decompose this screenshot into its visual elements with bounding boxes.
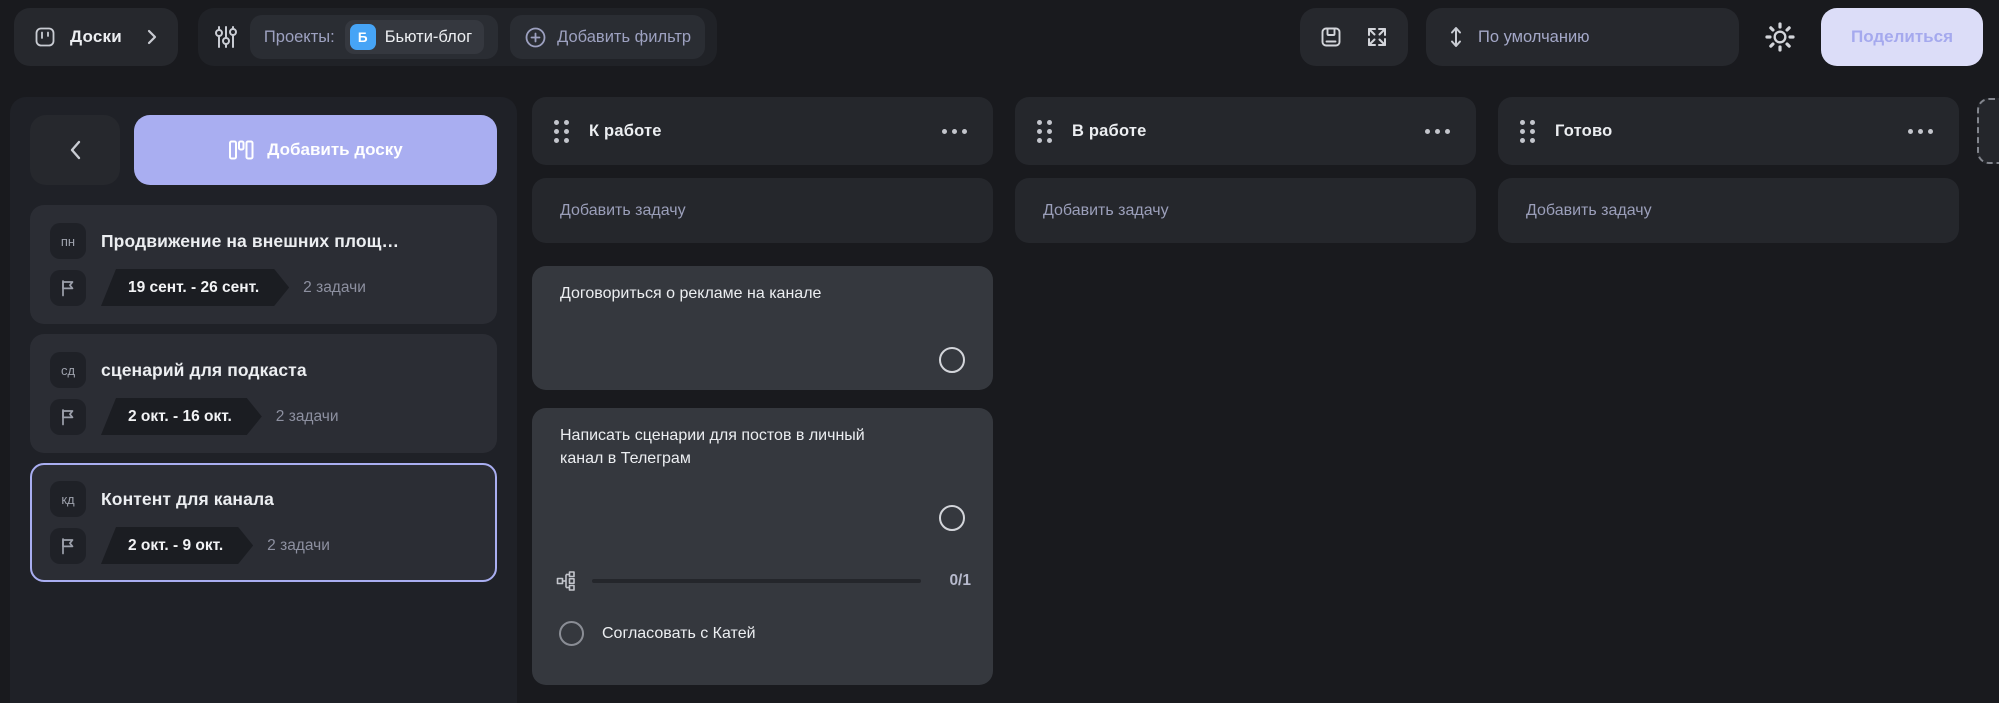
project-avatar-badge: Б: [349, 24, 376, 50]
filter-sliders-icon[interactable]: [214, 24, 238, 50]
add-task-button[interactable]: Добавить задачу: [532, 178, 993, 243]
projects-filter-label: Проекты:: [263, 27, 335, 46]
subtasks-icon: [556, 570, 592, 592]
kanban-column: Готово Добавить задачу: [1498, 97, 1959, 685]
boards-label: Доски: [70, 27, 122, 46]
sort-vertical-icon: [1448, 24, 1464, 50]
toolbar-right-group: По умолчанию Поделиться: [1299, 8, 1985, 66]
expand-fullscreen-icon[interactable]: [1365, 25, 1389, 49]
sprint-dates-chip: 2 окт. - 16 окт.: [94, 398, 262, 435]
project-filter-chip[interactable]: Проекты: Б Бьюти-блог: [249, 15, 499, 59]
kanban-column: В работе Добавить задачу: [1015, 97, 1476, 685]
board-item-title-row: кд Контент для канала: [50, 481, 477, 517]
board-initials-badge: сд: [50, 352, 86, 388]
board-initials-badge: пн: [50, 223, 86, 259]
add-task-button[interactable]: Добавить задачу: [1015, 178, 1476, 243]
gear-icon: [1764, 21, 1796, 53]
drag-handle-icon[interactable]: [1037, 119, 1052, 143]
save-icon[interactable]: [1319, 25, 1343, 49]
column-title: В работе: [1072, 121, 1147, 140]
task-title: Написать сценарии для постов в личный ка…: [560, 427, 865, 467]
add-task-label: Добавить задачу: [1526, 201, 1652, 219]
board-title: Контент для канала: [101, 488, 274, 509]
board-item-meta-row: 19 сент. - 26 сент. 2 задачи: [50, 269, 477, 306]
board-item-title-row: сд сценарий для подкаста: [50, 352, 477, 388]
column-title: К работе: [589, 121, 662, 140]
view-actions-box: [1299, 8, 1408, 66]
board-title: Продвижение на внешних площ…: [101, 230, 400, 251]
top-toolbar: Доски Проекты: Б Бьюти-блог Добавить фил…: [0, 0, 1999, 74]
task-card[interactable]: Договориться о рекламе на канале: [532, 266, 993, 390]
more-options-icon[interactable]: [1908, 123, 1933, 140]
add-board-label: Добавить доску: [267, 140, 403, 159]
drag-handle-icon[interactable]: [1520, 119, 1535, 143]
collapse-sidebar-button[interactable]: [30, 115, 120, 185]
flag-icon: [50, 398, 86, 435]
more-options-icon[interactable]: [1425, 123, 1450, 140]
settings-button[interactable]: [1757, 21, 1803, 53]
add-task-label: Добавить задачу: [1043, 201, 1169, 219]
sidebar-board-item[interactable]: сд сценарий для подкаста 2 окт. - 16 окт…: [30, 334, 497, 453]
add-filter-label: Добавить фильтр: [557, 27, 692, 46]
task-title: Договориться о рекламе на канале: [560, 285, 822, 302]
flag-icon: [50, 269, 86, 306]
drag-handle-icon[interactable]: [554, 119, 569, 143]
boards-sidebar: Добавить доску пн Продвижение на внешних…: [10, 97, 517, 703]
task-checkbox[interactable]: [939, 505, 965, 531]
project-value[interactable]: Б Бьюти-блог: [344, 20, 485, 54]
chevron-right-icon[interactable]: [146, 28, 158, 46]
filter-bar: Проекты: Б Бьюти-блог Добавить фильтр: [197, 8, 718, 66]
sidebar-board-item[interactable]: пн Продвижение на внешних площ… 19 сент.…: [30, 205, 497, 324]
column-title: Готово: [1555, 121, 1613, 140]
kanban-column: К работе Добавить задачу Договориться о …: [532, 97, 993, 685]
board-initials-badge: кд: [50, 481, 86, 517]
tasks-count: 2 задачи: [275, 407, 339, 425]
add-board-button[interactable]: Добавить доску: [134, 115, 497, 185]
subtask-checkbox[interactable]: [559, 621, 584, 646]
subtask-row[interactable]: Согласовать с Катей: [559, 621, 756, 646]
board-item-title-row: пн Продвижение на внешних площ…: [50, 223, 477, 259]
column-header[interactable]: К работе: [532, 97, 993, 165]
sprint-dates-chip: 2 окт. - 9 окт.: [94, 527, 253, 564]
board-title: сценарий для подкаста: [101, 359, 307, 380]
more-options-icon[interactable]: [942, 123, 967, 140]
add-board-icon: [228, 138, 254, 162]
subtask-title: Согласовать с Катей: [602, 624, 756, 642]
board-item-meta-row: 2 окт. - 16 окт. 2 задачи: [50, 398, 477, 435]
progress-bar: [592, 579, 921, 583]
add-task-button[interactable]: Добавить задачу: [1498, 178, 1959, 243]
boards-menu-button[interactable]: Доски: [14, 8, 178, 66]
sort-value: По умолчанию: [1477, 27, 1590, 46]
share-label: Поделиться: [1850, 27, 1953, 46]
task-checkbox[interactable]: [939, 347, 965, 373]
add-column-placeholder[interactable]: [1977, 98, 1999, 164]
add-filter-button[interactable]: Добавить фильтр: [510, 15, 706, 59]
sort-dropdown[interactable]: По умолчанию: [1425, 8, 1739, 66]
tasks-count: 2 задачи: [303, 278, 366, 296]
chevron-left-icon: [68, 139, 82, 161]
add-task-label: Добавить задачу: [560, 201, 686, 219]
column-header[interactable]: В работе: [1015, 97, 1476, 165]
task-card[interactable]: Написать сценарии для постов в личный ка…: [532, 408, 993, 685]
sidebar-header: Добавить доску: [30, 115, 497, 185]
board-item-meta-row: 2 окт. - 9 окт. 2 задачи: [50, 527, 477, 564]
tasks-count: 2 задачи: [267, 536, 330, 554]
kanban-board: К работе Добавить задачу Договориться о …: [532, 97, 1959, 685]
sidebar-board-item-selected[interactable]: кд Контент для канала 2 окт. - 9 окт. 2 …: [30, 463, 497, 582]
sprint-dates-chip: 19 сент. - 26 сент.: [94, 269, 289, 306]
progress-count: 0/1: [949, 572, 971, 589]
column-header[interactable]: Готово: [1498, 97, 1959, 165]
subtasks-progress-row: 0/1: [556, 570, 971, 592]
share-button[interactable]: Поделиться: [1820, 8, 1983, 66]
project-name: Бьюти-блог: [384, 27, 473, 46]
plus-circle-icon: [524, 26, 547, 49]
kanban-board-icon: [34, 26, 56, 48]
flag-icon: [50, 527, 86, 564]
